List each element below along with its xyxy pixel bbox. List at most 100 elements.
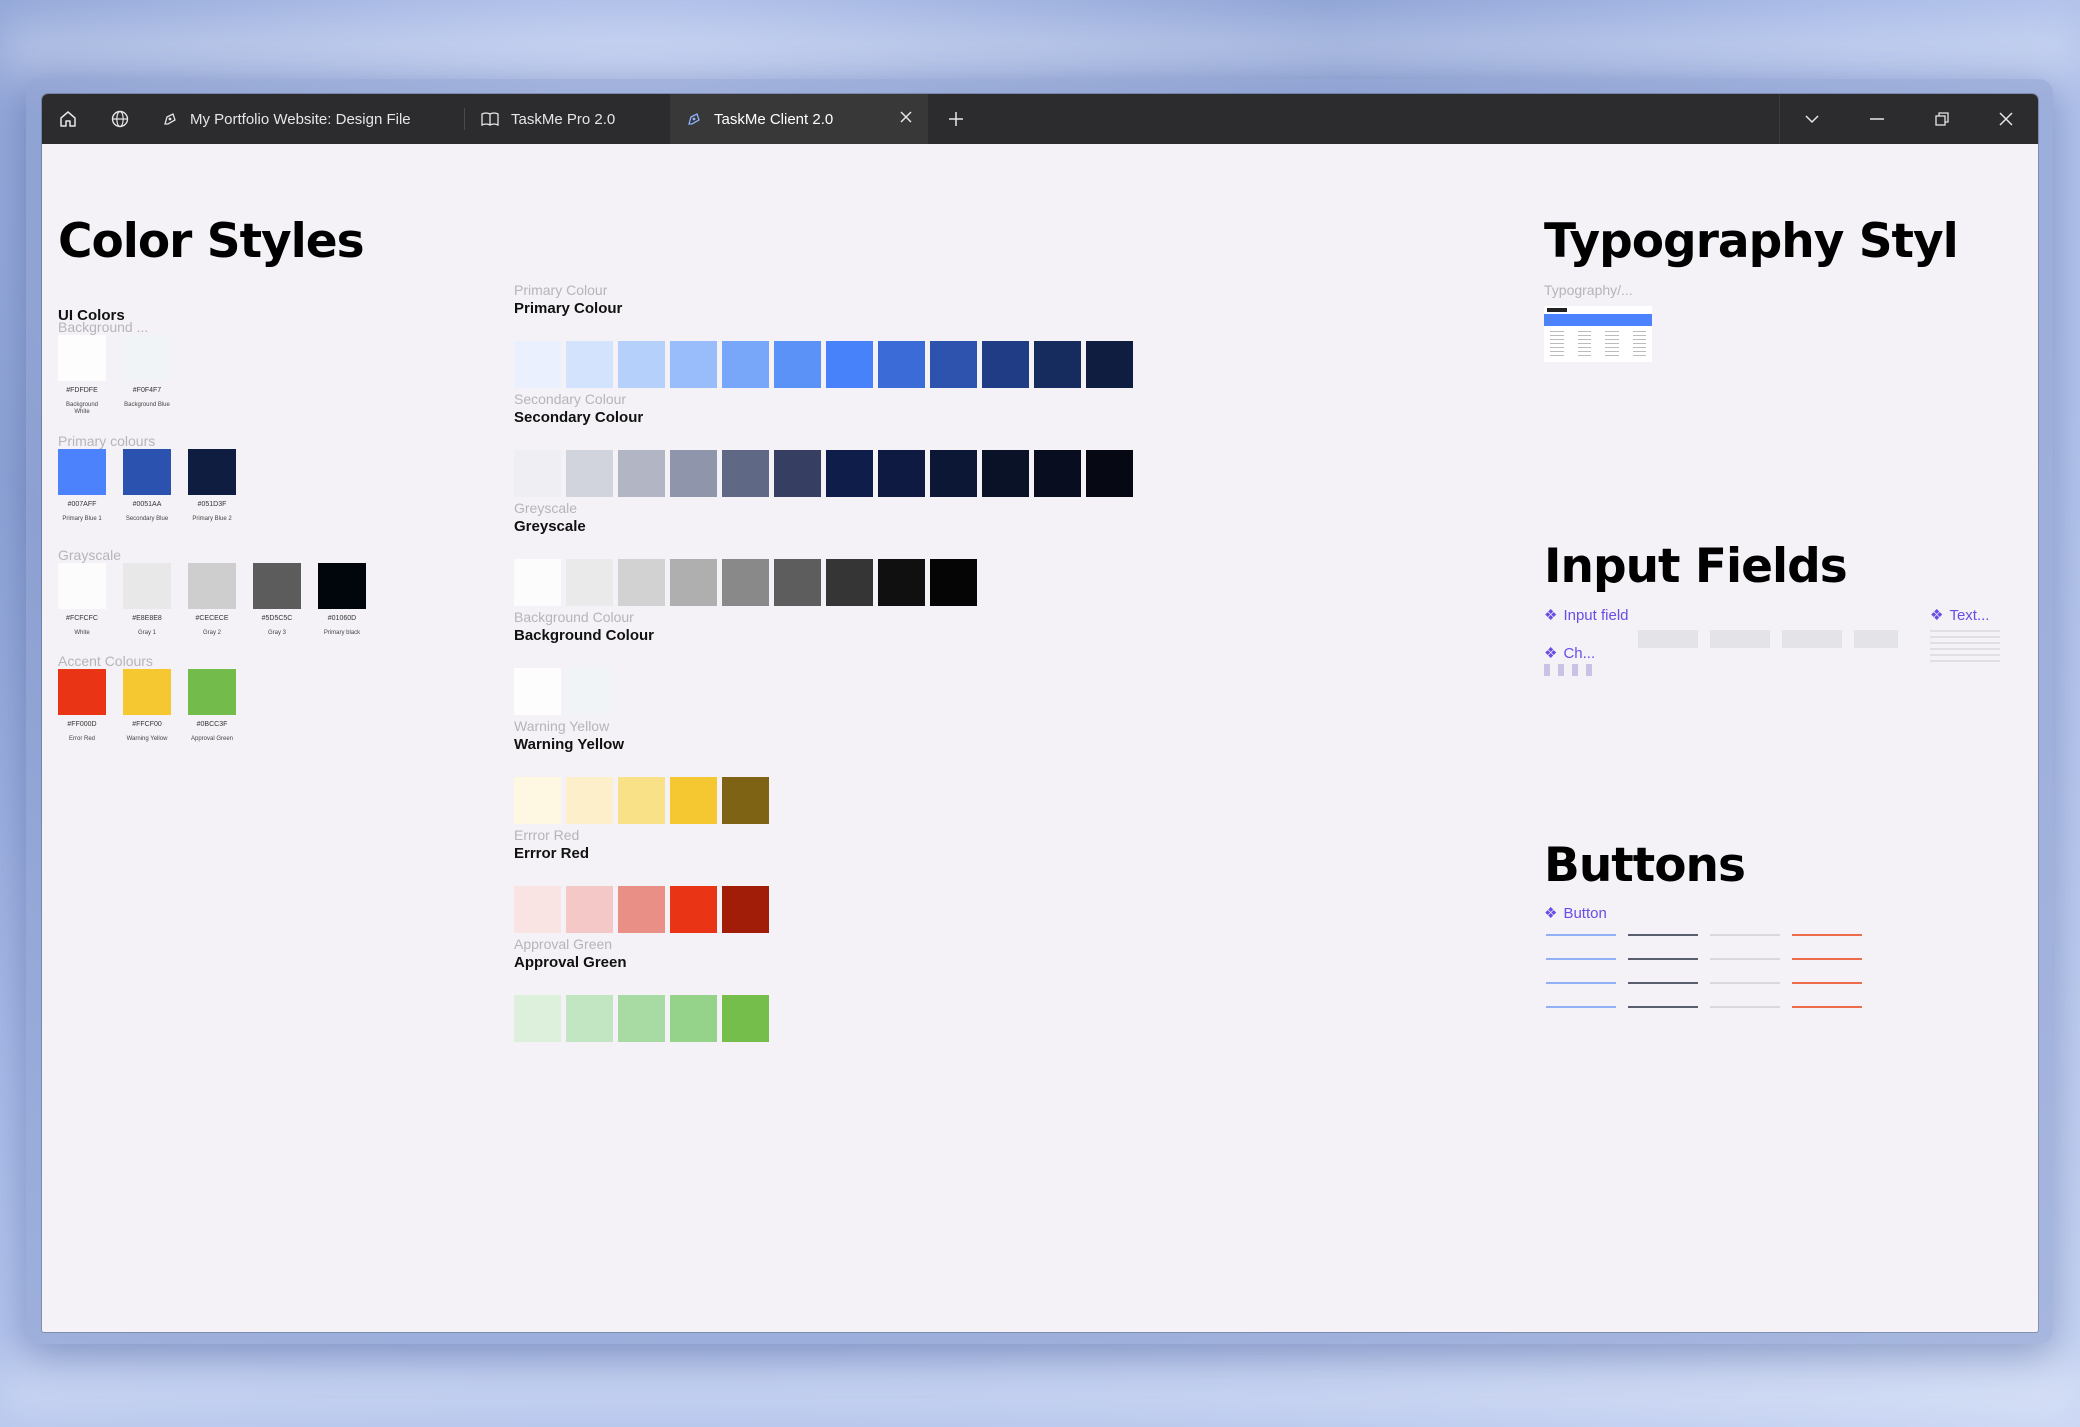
ui-swatch[interactable]: #01060D Primary black bbox=[318, 563, 366, 637]
palette-swatch[interactable] bbox=[618, 341, 665, 388]
tab-taskme-pro[interactable]: TaskMe Pro 2.0 bbox=[465, 94, 670, 144]
palette-swatch[interactable] bbox=[930, 341, 977, 388]
palette-swatch[interactable] bbox=[670, 995, 717, 1042]
home-button[interactable] bbox=[42, 94, 94, 144]
button-variants-danger[interactable] bbox=[1792, 934, 1862, 1014]
palette-swatch[interactable] bbox=[514, 341, 561, 388]
palette-swatch[interactable] bbox=[670, 450, 717, 497]
palette-swatch[interactable] bbox=[722, 341, 769, 388]
text-component-link[interactable]: ❖ Text... bbox=[1930, 606, 1989, 625]
tab-label: My Portfolio Website: Design File bbox=[190, 110, 411, 128]
input-field-link-label: Input field bbox=[1563, 606, 1629, 624]
palette-swatch[interactable] bbox=[566, 341, 613, 388]
ui-swatch[interactable]: #FFCF00 Warning Yellow bbox=[123, 669, 171, 743]
ui-swatch-name: Gray 1 bbox=[137, 630, 156, 636]
ui-swatch[interactable]: #CECECE Gray 2 bbox=[188, 563, 236, 637]
palette-swatches bbox=[514, 668, 613, 715]
ui-swatch[interactable]: #F0F4F7 Background Blue bbox=[123, 335, 171, 409]
palette-swatch[interactable] bbox=[566, 668, 613, 715]
palette-swatch[interactable] bbox=[514, 886, 561, 933]
palette-swatch[interactable] bbox=[826, 341, 873, 388]
palette-swatch[interactable] bbox=[774, 450, 821, 497]
minimize-button[interactable] bbox=[1845, 94, 1909, 144]
community-button[interactable] bbox=[94, 94, 146, 144]
close-window-button[interactable] bbox=[1974, 94, 2038, 144]
palette-swatch[interactable] bbox=[722, 886, 769, 933]
tabs-dropdown-button[interactable] bbox=[1780, 94, 1844, 144]
palette-swatch[interactable] bbox=[670, 341, 717, 388]
palette-swatch[interactable] bbox=[722, 559, 769, 606]
typography-link[interactable]: Typography/... bbox=[1544, 282, 1633, 298]
palette-swatch[interactable] bbox=[878, 450, 925, 497]
close-tab-icon[interactable] bbox=[898, 109, 914, 129]
button-variants-tertiary[interactable] bbox=[1710, 934, 1780, 1014]
palette-swatch[interactable] bbox=[514, 668, 561, 715]
palette-swatch[interactable] bbox=[514, 777, 561, 824]
ui-swatch[interactable]: #FF000D Error Red bbox=[58, 669, 106, 743]
palette-swatch[interactable] bbox=[722, 995, 769, 1042]
button-component-link[interactable]: ❖ Button bbox=[1544, 904, 1607, 923]
button-variants-secondary[interactable] bbox=[1628, 934, 1698, 1014]
palette-swatch[interactable] bbox=[1034, 450, 1081, 497]
ui-swatch-name: Primary black bbox=[323, 630, 361, 636]
palette-swatch[interactable] bbox=[826, 450, 873, 497]
restore-button[interactable] bbox=[1910, 94, 1974, 144]
button-variants-primary[interactable] bbox=[1546, 934, 1616, 1014]
ui-swatch[interactable]: #E8E8E8 Gray 1 bbox=[123, 563, 171, 637]
ui-swatch[interactable]: #0BCC3F Approval Green bbox=[188, 669, 236, 743]
palette-swatch[interactable] bbox=[618, 559, 665, 606]
palette-swatch[interactable] bbox=[514, 995, 561, 1042]
text-variants[interactable] bbox=[1930, 630, 2000, 666]
palette-swatch[interactable] bbox=[982, 450, 1029, 497]
palette-swatch[interactable] bbox=[670, 777, 717, 824]
ui-swatch-name: Secondary Blue bbox=[125, 516, 169, 522]
palette-swatch[interactable] bbox=[566, 777, 613, 824]
palette-swatch[interactable] bbox=[566, 450, 613, 497]
palette-swatch[interactable] bbox=[930, 450, 977, 497]
tab-taskme-client[interactable]: TaskMe Client 2.0 bbox=[670, 94, 928, 144]
palette-swatches bbox=[514, 559, 977, 606]
palette-swatch[interactable] bbox=[566, 995, 613, 1042]
palette-swatch[interactable] bbox=[722, 777, 769, 824]
ui-swatch-fill bbox=[188, 669, 236, 715]
palette-swatch[interactable] bbox=[878, 559, 925, 606]
palette-swatch[interactable] bbox=[566, 559, 613, 606]
palette-swatch[interactable] bbox=[722, 450, 769, 497]
palette-swatch[interactable] bbox=[930, 559, 977, 606]
ui-swatch[interactable]: #5D5C5C Gray 3 bbox=[253, 563, 301, 637]
palette-swatch[interactable] bbox=[514, 559, 561, 606]
palette-swatch[interactable] bbox=[514, 450, 561, 497]
palette-swatch[interactable] bbox=[982, 341, 1029, 388]
palette-swatch[interactable] bbox=[618, 995, 665, 1042]
input-field-component-link[interactable]: ❖ Input field bbox=[1544, 606, 1629, 625]
new-tab-button[interactable] bbox=[930, 94, 982, 144]
typography-thumbnail[interactable] bbox=[1544, 306, 1652, 362]
ui-swatch[interactable]: #FCFCFC White bbox=[58, 563, 106, 637]
input-field-variants[interactable] bbox=[1638, 630, 1898, 648]
ui-swatch[interactable]: #FDFDFE Background White bbox=[58, 335, 106, 416]
palette-swatch[interactable] bbox=[1086, 341, 1133, 388]
ui-swatch-fill bbox=[123, 669, 171, 715]
palette-swatch[interactable] bbox=[878, 341, 925, 388]
palette-swatch[interactable] bbox=[1086, 450, 1133, 497]
palette-swatch[interactable] bbox=[826, 559, 873, 606]
design-canvas[interactable]: Color Styles UI Colors Background ... #F… bbox=[42, 144, 2038, 1332]
palette-swatch[interactable] bbox=[618, 777, 665, 824]
palette-swatch[interactable] bbox=[670, 886, 717, 933]
palette-swatch[interactable] bbox=[774, 559, 821, 606]
ui-swatch[interactable]: #051D3F Primary Blue 2 bbox=[188, 449, 236, 523]
checkbox-component-link[interactable]: ❖ Ch... bbox=[1544, 644, 1595, 663]
palette-swatch[interactable] bbox=[618, 886, 665, 933]
ui-swatch[interactable]: #007AFF Primary Blue 1 bbox=[58, 449, 106, 523]
ui-swatch[interactable]: #0051AA Secondary Blue bbox=[123, 449, 171, 523]
color-styles-title: Color Styles bbox=[58, 214, 365, 269]
tab-portfolio[interactable]: My Portfolio Website: Design File bbox=[146, 94, 464, 144]
palette-swatch[interactable] bbox=[1034, 341, 1081, 388]
buttons-title: Buttons bbox=[1544, 838, 1746, 893]
palette-swatch[interactable] bbox=[566, 886, 613, 933]
ui-swatch-hex: #007AFF bbox=[67, 501, 97, 508]
palette-swatch[interactable] bbox=[774, 341, 821, 388]
palette-swatch[interactable] bbox=[670, 559, 717, 606]
palette-swatch[interactable] bbox=[618, 450, 665, 497]
checkbox-variants[interactable] bbox=[1544, 664, 1600, 676]
